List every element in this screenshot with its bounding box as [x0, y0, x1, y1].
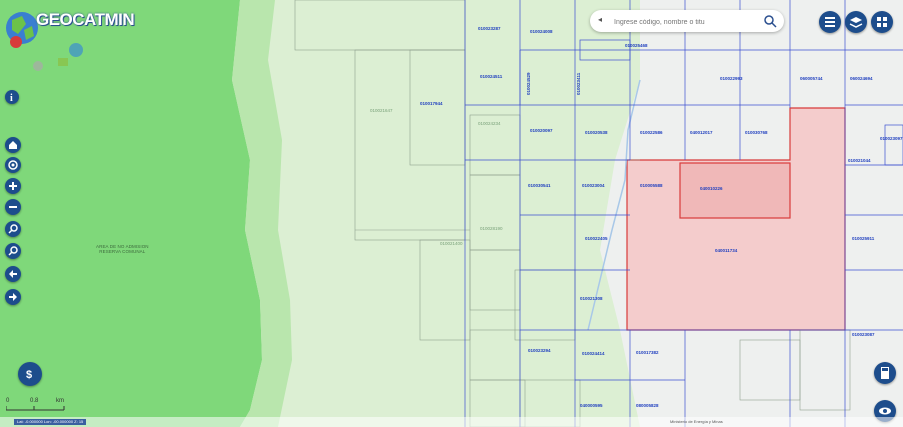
concession-label: 010021400 [440, 241, 463, 246]
concession-label: 010024008 [530, 29, 553, 34]
concession-label: 010021308 [580, 296, 603, 301]
layers-button[interactable] [819, 11, 841, 33]
concession-label: 010024414 [582, 351, 605, 356]
concession-label: 010023097 [880, 136, 903, 141]
measure-icon [8, 246, 18, 256]
calculator-icon [881, 367, 889, 379]
grid-button[interactable] [871, 11, 893, 33]
info-icon: i [10, 93, 13, 104]
search-icon[interactable] [762, 13, 778, 29]
concession-label: 010024234 [478, 121, 501, 126]
app-title: GEOCATMIN [36, 10, 135, 29]
concession-label: 010022993 [720, 76, 743, 81]
concession-label: 010021647 [370, 108, 393, 113]
scale-bar: 0 0.8 km [6, 398, 66, 414]
locate-button[interactable] [5, 157, 21, 173]
svg-text:i: i [10, 93, 13, 104]
search-dropdown-icon[interactable]: ◂ [598, 15, 602, 24]
map-credits: Ministerio de Energía y Minas [670, 419, 723, 424]
zoom-in-button[interactable] [5, 178, 21, 194]
zoom-out-button[interactable] [5, 199, 21, 215]
forward-icon [9, 293, 17, 301]
back-icon [9, 270, 17, 278]
concession-label: 010025911 [852, 236, 875, 241]
search-input[interactable] [612, 13, 762, 31]
concession-label: 010025468 [625, 43, 648, 48]
concession-label: 010020538 [585, 130, 608, 135]
concession-label: 010021044 [848, 158, 871, 163]
scale-zero: 0 [6, 398, 10, 404]
search-icon [8, 224, 18, 234]
scale-mid: 0.8 [30, 398, 39, 404]
concession-label: 060024694 [850, 76, 873, 81]
calculator-button[interactable] [874, 362, 896, 384]
area-label: AREA DE NO ADMISION RESERVA COMUNAL [96, 244, 149, 254]
app-logo[interactable]: GEOCATMIN [4, 6, 144, 71]
measure-button[interactable] [5, 243, 21, 259]
back-button[interactable] [5, 266, 21, 282]
basemap-icon [849, 17, 863, 28]
search-box[interactable]: ◂ [590, 10, 784, 32]
dollar-icon: $ [26, 369, 32, 381]
grid-icon [877, 17, 887, 27]
concession-label: 010005588 [640, 183, 663, 188]
concession-label: 010024529 [526, 72, 531, 95]
concession-label: 010017944 [420, 101, 443, 106]
concession-label: 010020097 [530, 128, 553, 133]
cost-button[interactable]: $ [18, 362, 42, 386]
map-canvas[interactable]: 010023287 010024008 010025468 010024511 0100… [0, 0, 903, 427]
coordinate-readout: Lat: -0.000000 Lon: -00.000000 Z: 15 [14, 419, 87, 425]
concession-label: 010028190 [480, 226, 503, 231]
concession-label: 060005744 [800, 76, 823, 81]
home-button[interactable] [5, 137, 21, 153]
target-icon [8, 160, 18, 170]
concession-label: 010023294 [528, 348, 551, 353]
concession-label: 010017382 [636, 350, 659, 355]
svg-text:$: $ [26, 369, 32, 381]
concession-label: 040010226 [700, 186, 723, 191]
concession-label: 010023087 [852, 332, 875, 337]
concession-label: 010023411 [576, 72, 581, 95]
concession-label: 010030541 [528, 183, 551, 188]
concession-label: 040012017 [690, 130, 713, 135]
home-icon [9, 141, 17, 149]
mining-icons [33, 43, 83, 71]
concession-label: 010030768 [745, 130, 768, 135]
concession-label: 080005828 [636, 403, 659, 408]
concession-label: 010024511 [480, 74, 503, 79]
area-label-line2: RESERVA COMUNAL [99, 249, 146, 254]
concession-label: 010022586 [640, 130, 663, 135]
zoom-out-icon [9, 206, 17, 208]
concession-label: 010022405 [585, 236, 608, 241]
layers-icon [825, 17, 835, 27]
concession-label: 040000595 [580, 403, 603, 408]
zoom-in-icon [9, 182, 17, 190]
status-bar: Lat: -0.000000 Lon: -00.000000 Z: 15 Min… [0, 417, 903, 427]
scale-unit: km [56, 398, 64, 404]
concession-label: 010023287 [478, 26, 501, 31]
concession-label: 040011734 [715, 248, 738, 253]
concession-selected[interactable] [679, 162, 791, 219]
concession-label: 010023004 [582, 183, 605, 188]
zoom-search-button[interactable] [5, 221, 21, 237]
basemap-button[interactable] [845, 11, 867, 33]
forward-button[interactable] [5, 289, 21, 305]
info-button[interactable]: i [5, 90, 19, 104]
